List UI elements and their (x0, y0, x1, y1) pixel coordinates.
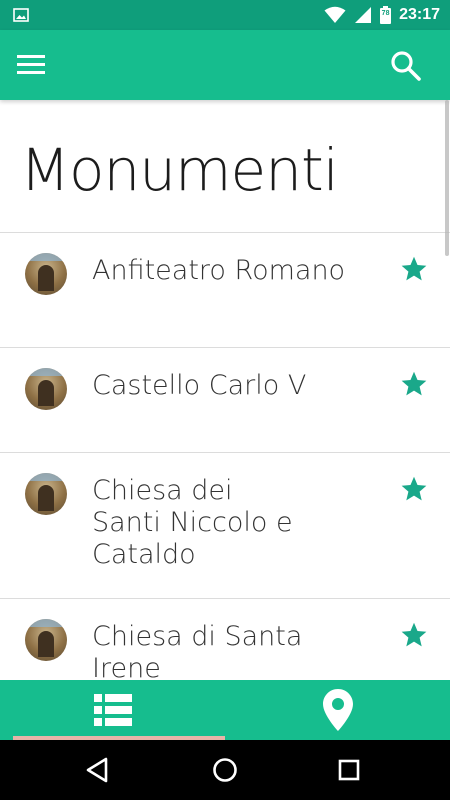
status-bar: 78 23:17 (0, 0, 450, 30)
monument-list: Anfiteatro Romano Castello Carlo V Chies… (0, 232, 450, 680)
list-item[interactable]: Anfiteatro Romano (0, 233, 450, 348)
monument-thumbnail (25, 619, 67, 661)
wifi-icon (324, 6, 346, 23)
bottom-tab-bar (0, 680, 450, 740)
monuments-content[interactable]: Monumenti Anfiteatro Romano Castello Car… (0, 100, 450, 680)
recents-icon[interactable] (333, 754, 365, 786)
tab-list[interactable] (0, 680, 225, 740)
app-bar (0, 30, 450, 100)
navigation-bar (0, 740, 450, 800)
monument-thumbnail (25, 473, 67, 515)
monument-name: Chiesa dei Santi Niccolo e Cataldo (92, 475, 293, 570)
back-icon[interactable] (82, 754, 114, 786)
home-icon[interactable] (209, 754, 241, 786)
monument-thumbnail (25, 368, 67, 410)
tab-map[interactable] (225, 680, 450, 740)
monument-name: Chiesa di Santa Irene (92, 621, 303, 680)
cellular-signal-icon (355, 7, 372, 23)
list-item[interactable]: Chiesa dei Santi Niccolo e Cataldo (0, 453, 450, 599)
hamburger-menu-icon[interactable] (12, 48, 50, 82)
page-title: Monumenti (20, 136, 339, 204)
monument-thumbnail (25, 253, 67, 295)
monument-name: Castello Carlo V (92, 370, 307, 401)
monument-name: Anfiteatro Romano (92, 255, 346, 286)
star-icon[interactable] (400, 255, 428, 283)
status-time: 23:17 (399, 6, 440, 23)
search-icon[interactable] (388, 48, 424, 84)
map-pin-icon (322, 689, 353, 731)
star-icon[interactable] (400, 475, 428, 503)
battery-level: 78 (381, 10, 390, 17)
battery-icon: 78 (380, 6, 392, 24)
star-icon[interactable] (400, 621, 428, 649)
scrollbar[interactable] (445, 100, 449, 256)
list-icon (93, 694, 132, 726)
star-icon[interactable] (400, 370, 428, 398)
image-notification-icon (13, 8, 29, 22)
list-item[interactable]: Chiesa di Santa Irene (0, 599, 450, 680)
list-item[interactable]: Castello Carlo V (0, 348, 450, 453)
